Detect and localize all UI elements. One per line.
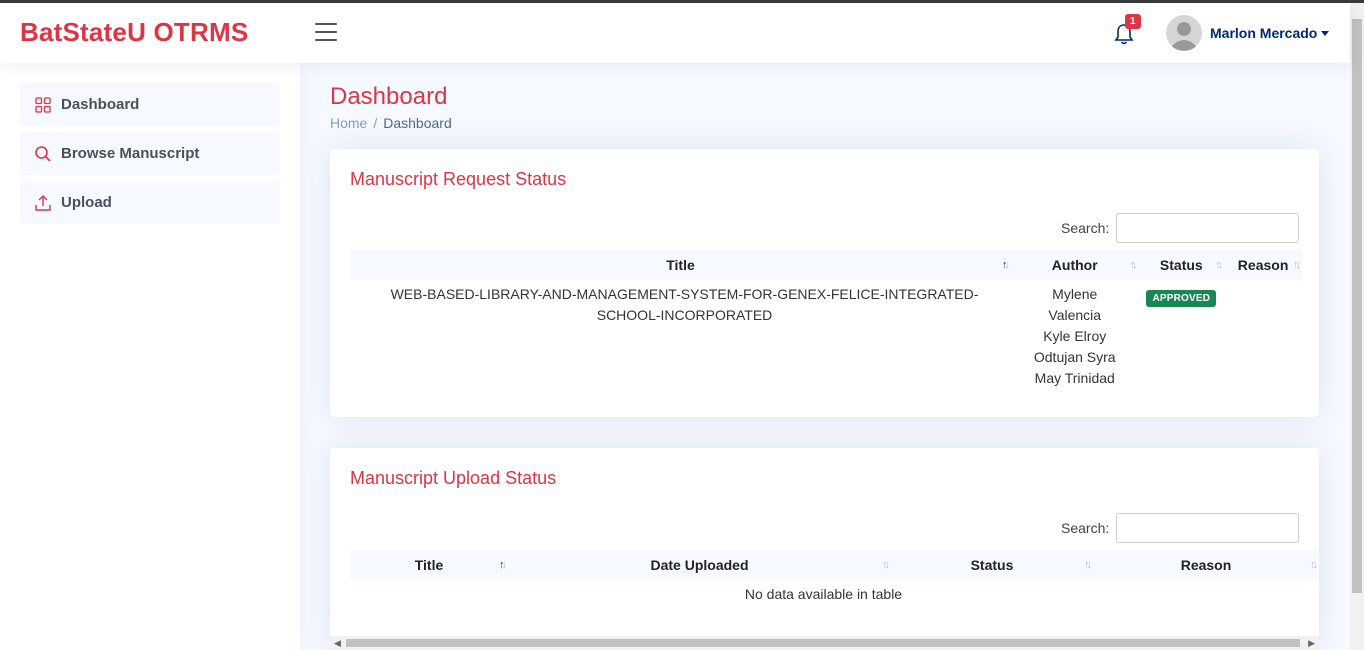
sort-ascending-icon: ↑↓ <box>499 559 507 571</box>
empty-table-message: No data available in table <box>744 586 903 602</box>
breadcrumb: Home / Dashboard <box>330 115 452 131</box>
request-table: Title ↑↓ Author ↑↓ Status ↑↓ Reason ↑↓ WEB-B… <box>350 250 1302 394</box>
grid-icon <box>34 96 52 114</box>
scrollbar-thumb[interactable] <box>1352 19 1362 593</box>
table-row: No data available in table <box>350 579 1319 610</box>
brand-logo[interactable]: BatStateU OTRMS <box>20 17 248 48</box>
request-search-input[interactable] <box>1116 213 1299 243</box>
column-header-status[interactable]: Status ↑↓ <box>1138 250 1225 279</box>
sidebar-item-upload[interactable]: Upload <box>20 181 280 224</box>
column-header-reason[interactable]: Reason ↑↓ <box>1093 550 1319 579</box>
sort-icon: ↑↓ <box>882 559 890 571</box>
sort-icon: ↑↓ <box>1310 559 1318 571</box>
sort-icon: ↑↓ <box>1215 259 1223 271</box>
sort-icon: ↑↓ <box>1084 559 1092 571</box>
vertical-scrollbar[interactable] <box>1350 3 1364 650</box>
sidebar-item-label: Dashboard <box>61 96 140 113</box>
sort-icon: ↑↓ <box>1129 259 1137 271</box>
page-title: Dashboard <box>330 83 448 110</box>
user-name: Marlon Mercado <box>1210 25 1318 41</box>
cell-author: Mylene Valencia Kyle Elroy Odtujan Syra … <box>1033 286 1116 386</box>
horizontal-scrollbar[interactable]: ◀ ▶ <box>330 636 1319 650</box>
table-row: WEB-BASED-LIBRARY-AND-MANAGEMENT-SYSTEM-… <box>350 279 1302 394</box>
caret-down-icon <box>1321 31 1330 36</box>
scroll-right-icon[interactable]: ▶ <box>1308 638 1315 649</box>
upload-search-input[interactable] <box>1116 513 1299 543</box>
column-header-author[interactable]: Author ↑↓ <box>1011 250 1139 279</box>
profile-dropdown-toggle[interactable]: Marlon Mercado <box>1210 25 1330 41</box>
search-label: Search: <box>1061 220 1110 236</box>
sidebar-item-browse-manuscript[interactable]: Browse Manuscript <box>20 132 280 175</box>
column-header-title[interactable]: Title ↑↓ <box>350 550 508 579</box>
breadcrumb-current: Dashboard <box>383 115 452 131</box>
card-title: Manuscript Request Status <box>350 169 567 189</box>
hamburger-icon[interactable] <box>315 23 337 42</box>
notification-count-badge: 1 <box>1125 14 1141 29</box>
main-content: Dashboard Home / Dashboard Manuscript Requ… <box>300 63 1350 650</box>
upload-table: Title ↑↓ Date Uploaded ↑↓ Status ↑↓ Reason ↑… <box>350 550 1319 610</box>
sidebar-item-label: Upload <box>61 194 112 211</box>
scrollbar-thumb[interactable] <box>346 639 1300 647</box>
search-label: Search: <box>1061 520 1110 536</box>
breadcrumb-home-link[interactable]: Home <box>330 115 367 131</box>
column-header-title[interactable]: Title ↑↓ <box>350 250 1012 279</box>
manuscript-request-card: Manuscript Request Status Search: Title ↑… <box>330 149 1319 417</box>
sidebar: Dashboard Browse Manuscript Upload <box>0 63 300 650</box>
cell-status: APPROVED <box>1138 279 1224 394</box>
scroll-left-icon[interactable]: ◀ <box>334 638 341 649</box>
column-header-date-uploaded[interactable]: Date Uploaded ↑↓ <box>508 550 891 579</box>
top-header: BatStateU OTRMS 1 Marlon Mercado <box>0 3 1350 63</box>
cell-reason <box>1224 279 1302 394</box>
column-header-reason[interactable]: Reason ↑↓ <box>1224 250 1302 279</box>
breadcrumb-separator: / <box>373 115 378 131</box>
search-icon <box>34 145 52 163</box>
column-header-status[interactable]: Status ↑↓ <box>891 550 1093 579</box>
sort-ascending-icon: ↑↓ <box>1002 259 1010 271</box>
table-header-row: Title ↑↓ Author ↑↓ Status ↑↓ Reason ↑↓ <box>350 250 1302 279</box>
sidebar-item-label: Browse Manuscript <box>61 145 200 162</box>
user-avatar[interactable] <box>1166 15 1202 51</box>
sort-icon: ↑↓ <box>1293 259 1301 271</box>
manuscript-upload-card: Manuscript Upload Status Search: Title ↑↓… <box>330 448 1319 648</box>
card-title: Manuscript Upload Status <box>350 468 557 488</box>
table-header-row: Title ↑↓ Date Uploaded ↑↓ Status ↑↓ Reason ↑… <box>350 550 1319 579</box>
cell-title: WEB-BASED-LIBRARY-AND-MANAGEMENT-SYSTEM-… <box>390 286 979 323</box>
status-badge: APPROVED <box>1146 290 1217 307</box>
sidebar-item-dashboard[interactable]: Dashboard <box>20 83 280 126</box>
upload-icon <box>34 194 52 212</box>
